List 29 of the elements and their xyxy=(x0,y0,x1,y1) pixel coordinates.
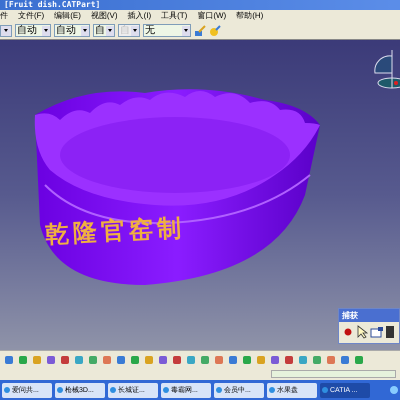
menu-item[interactable]: 编辑(E) xyxy=(54,12,81,20)
menu-item[interactable]: 件 xyxy=(0,12,8,20)
menu-item[interactable]: 帮助(H) xyxy=(236,12,264,20)
caret-icon xyxy=(182,26,190,36)
command-field[interactable] xyxy=(271,370,396,378)
caret-icon xyxy=(131,26,139,36)
menu-item[interactable]: 插入(I) xyxy=(128,12,152,20)
tray-icon[interactable] xyxy=(390,386,398,394)
caret-icon xyxy=(42,26,50,36)
window-title: [Fruit dish.CATPart] xyxy=(4,1,100,9)
menu-item[interactable]: 视图(V) xyxy=(90,12,118,20)
caret-icon xyxy=(106,26,114,36)
capture-icon[interactable] xyxy=(370,326,384,338)
dropdown[interactable]: 自动 xyxy=(54,24,90,37)
dropdown[interactable]: 自 xyxy=(93,24,115,37)
menu-item[interactable]: 文件(F) xyxy=(18,12,44,20)
panel-title: 捕获 xyxy=(342,312,358,320)
dropdown[interactable]: 无 xyxy=(143,24,191,37)
record-icon[interactable] xyxy=(342,326,354,338)
menu-item[interactable]: 工具(T) xyxy=(161,12,188,20)
caret-icon xyxy=(4,29,8,32)
menu-item[interactable]: 窗口(W) xyxy=(197,12,226,20)
dropdown[interactable] xyxy=(0,24,12,36)
bulb-icon[interactable] xyxy=(209,24,221,36)
engraved-text: 乾隆官窑制 xyxy=(44,216,186,248)
cursor-icon[interactable] xyxy=(356,325,368,339)
brush-icon[interactable] xyxy=(194,24,206,36)
caret-icon xyxy=(81,26,89,36)
dropdown[interactable]: 自动 xyxy=(15,24,51,37)
